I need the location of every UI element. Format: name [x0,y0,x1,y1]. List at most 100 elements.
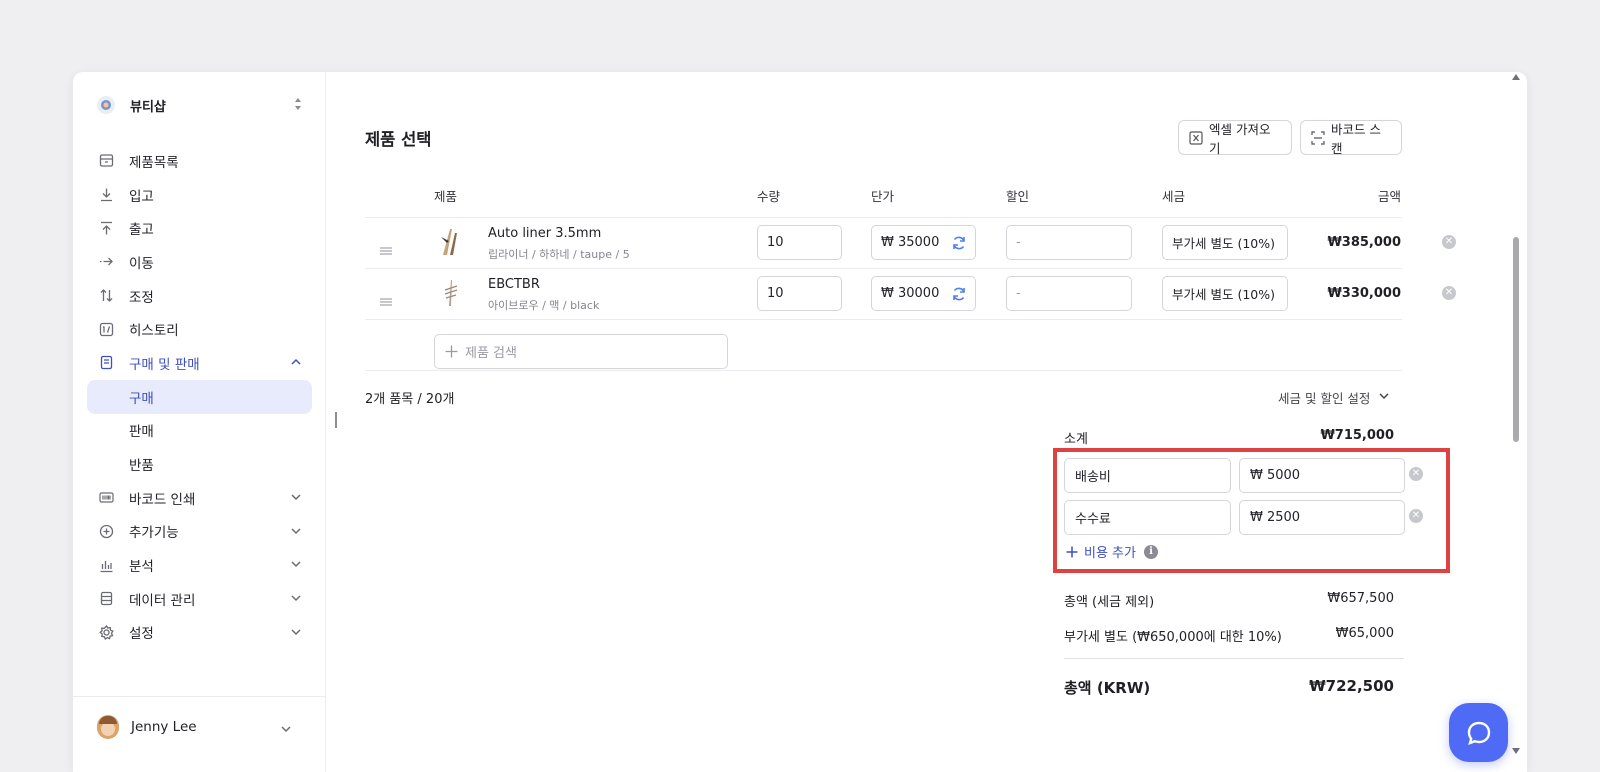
column-header-amount: 금액 [1378,189,1402,204]
column-header-discount: 할인 [1006,189,1030,204]
chat-support-button[interactable] [1449,703,1508,762]
excel-import-button[interactable]: 엑셀 가져오기 [1178,120,1292,156]
document-icon [98,355,114,371]
sidebar-item-label: 반품 [129,458,154,475]
quantity-input[interactable]: 10 [757,225,842,260]
barcode-scan-button[interactable]: 바코드 스캔 [1300,120,1402,156]
add-fee-button[interactable]: 비용 추가 i [1066,542,1158,561]
sidebar-item-adjust[interactable]: 조정 [87,279,312,313]
arrow-right-icon [98,254,114,270]
sidebar-item-outbound[interactable]: 출고 [87,211,312,245]
sidebar-item-label: 바코드 인쇄 [129,491,196,508]
product-name: EBCTBR [488,277,540,292]
discount-input[interactable]: - [1006,276,1132,311]
fee-amount-input[interactable]: ₩ 2500 [1239,500,1405,535]
subtotal-label: 소계 [1064,432,1088,447]
scroll-down-arrow-icon[interactable] [1512,748,1520,754]
sidebar-item-returns[interactable]: 반품 [87,447,312,481]
column-header-tax: 세금 [1162,189,1186,204]
download-icon [98,187,114,203]
divider [1064,658,1404,659]
sidebar-item-label: 구매 및 판매 [129,356,200,373]
sidebar-item-purchase[interactable]: 구매 [87,379,312,414]
chevron-down-icon [1378,390,1390,405]
sidebar-item-label: 입고 [129,188,154,205]
sidebar-item-label: 분석 [129,559,154,576]
info-icon[interactable]: i [1143,544,1158,559]
drag-handle-icon[interactable] [379,240,393,259]
items-summary: 2개 품목 / 20개 [365,392,455,407]
unit-price-input[interactable]: ₩ 30000 [871,276,976,311]
tax-select[interactable]: 부가세 별도 (10%) [1162,225,1288,260]
remove-fee-icon[interactable]: ✕ [1409,467,1423,481]
tax-discount-settings-toggle[interactable]: 세금 및 할인 설정 [1278,388,1390,407]
sidebar-nav: 제품목록 입고 출고 이동 조정 히스토리 구매 및 판매 구매 판매 반품 바… [87,144,312,649]
sidebar-item-data-management[interactable]: 데이터 관리 [87,582,312,616]
user-menu[interactable]: Jenny Lee [97,712,302,742]
search-placeholder: 제품 검색 [465,346,517,361]
product-thumbnail [435,276,465,310]
sidebar-item-label: 설정 [129,626,154,643]
total-excl-tax-value: ₩657,500 [1327,591,1394,606]
drag-handle-icon[interactable] [379,291,393,310]
app-window: 뷰티샵 제품목록 입고 출고 이동 조정 히스토리 구매 및 판매 구매 판매 … [73,72,1527,772]
remove-row-icon[interactable]: ✕ [1442,235,1456,249]
sidebar-item-products[interactable]: 제품목록 [87,144,312,178]
refresh-icon[interactable] [951,286,967,306]
scrollbar[interactable] [1511,74,1521,772]
chevron-down-icon [280,720,292,739]
fee-name-input[interactable]: 배송비 [1064,458,1231,493]
shop-logo-icon [97,96,115,114]
remove-row-icon[interactable]: ✕ [1442,286,1456,300]
sidebar-item-inbound[interactable]: 입고 [87,178,312,212]
sidebar-item-label: 추가기능 [129,525,179,542]
excel-import-label: 엑셀 가져오기 [1209,121,1271,156]
scroll-thumb[interactable] [1513,237,1519,442]
chevron-down-icon [290,558,302,574]
sidebar-item-analytics[interactable]: 분석 [87,548,312,582]
product-name: Auto liner 3.5mm [488,226,602,241]
shop-switcher[interactable]: 뷰티샵 [97,94,302,116]
upload-icon [98,220,114,236]
sidebar-divider [73,696,326,697]
box-icon [98,153,114,169]
sidebar-item-history[interactable]: 히스토리 [87,312,312,346]
tax-select[interactable]: 부가세 별도 (10%) [1162,276,1288,311]
main-panel: 제품 선택 엑셀 가져오기 바코드 스캔 제품 수량 단가 할인 세금 금액 A… [326,72,1527,772]
plus-icon [445,345,458,358]
quantity-input[interactable]: 10 [757,276,842,311]
column-header-unit-price: 단가 [871,189,895,204]
sidebar-item-label: 조정 [129,289,154,306]
discount-input[interactable]: - [1006,225,1132,260]
avatar [97,715,119,739]
product-variant: 립라이너 / 하하네 / taupe / 5 [488,248,630,261]
sidebar-item-barcode-print[interactable]: 바코드 인쇄 [87,481,312,515]
unit-price-value: ₩ 30000 [881,286,940,301]
plus-icon [1066,546,1078,558]
chevron-down-icon [290,626,302,642]
sidebar-item-label: 히스토리 [129,323,179,340]
column-header-qty: 수량 [757,189,781,204]
resize-handle[interactable] [335,412,337,428]
product-search-input[interactable]: 제품 검색 [434,334,728,369]
sidebar-item-sales[interactable]: 판매 [87,414,312,448]
excel-icon [1189,130,1203,145]
fee-name-input[interactable]: 수수료 [1064,500,1231,535]
sidebar-item-transfer[interactable]: 이동 [87,245,312,279]
line-amount: ₩385,000 [1327,235,1401,250]
scroll-up-arrow-icon[interactable] [1512,74,1520,80]
product-variant: 아이브로우 / 맥 / black [488,299,600,312]
sidebar-item-label: 구매 [129,390,154,407]
refresh-icon[interactable] [951,235,967,255]
sidebar-item-settings[interactable]: 설정 [87,616,312,650]
total-excl-tax-label: 총액 (세금 제외) [1064,595,1155,610]
remove-fee-icon[interactable]: ✕ [1409,509,1423,523]
sidebar-item-purchase-sales[interactable]: 구매 및 판매 [87,346,312,380]
scan-icon [1311,130,1325,145]
subtotal-value: ₩715,000 [1320,428,1394,443]
unit-price-input[interactable]: ₩ 35000 [871,225,976,260]
table-row: Auto liner 3.5mm 립라이너 / 하하네 / taupe / 5 … [365,218,1475,268]
sidebar-item-label: 판매 [129,424,154,441]
sidebar-item-addons[interactable]: 추가기능 [87,515,312,549]
fee-amount-input[interactable]: ₩ 5000 [1239,458,1405,493]
